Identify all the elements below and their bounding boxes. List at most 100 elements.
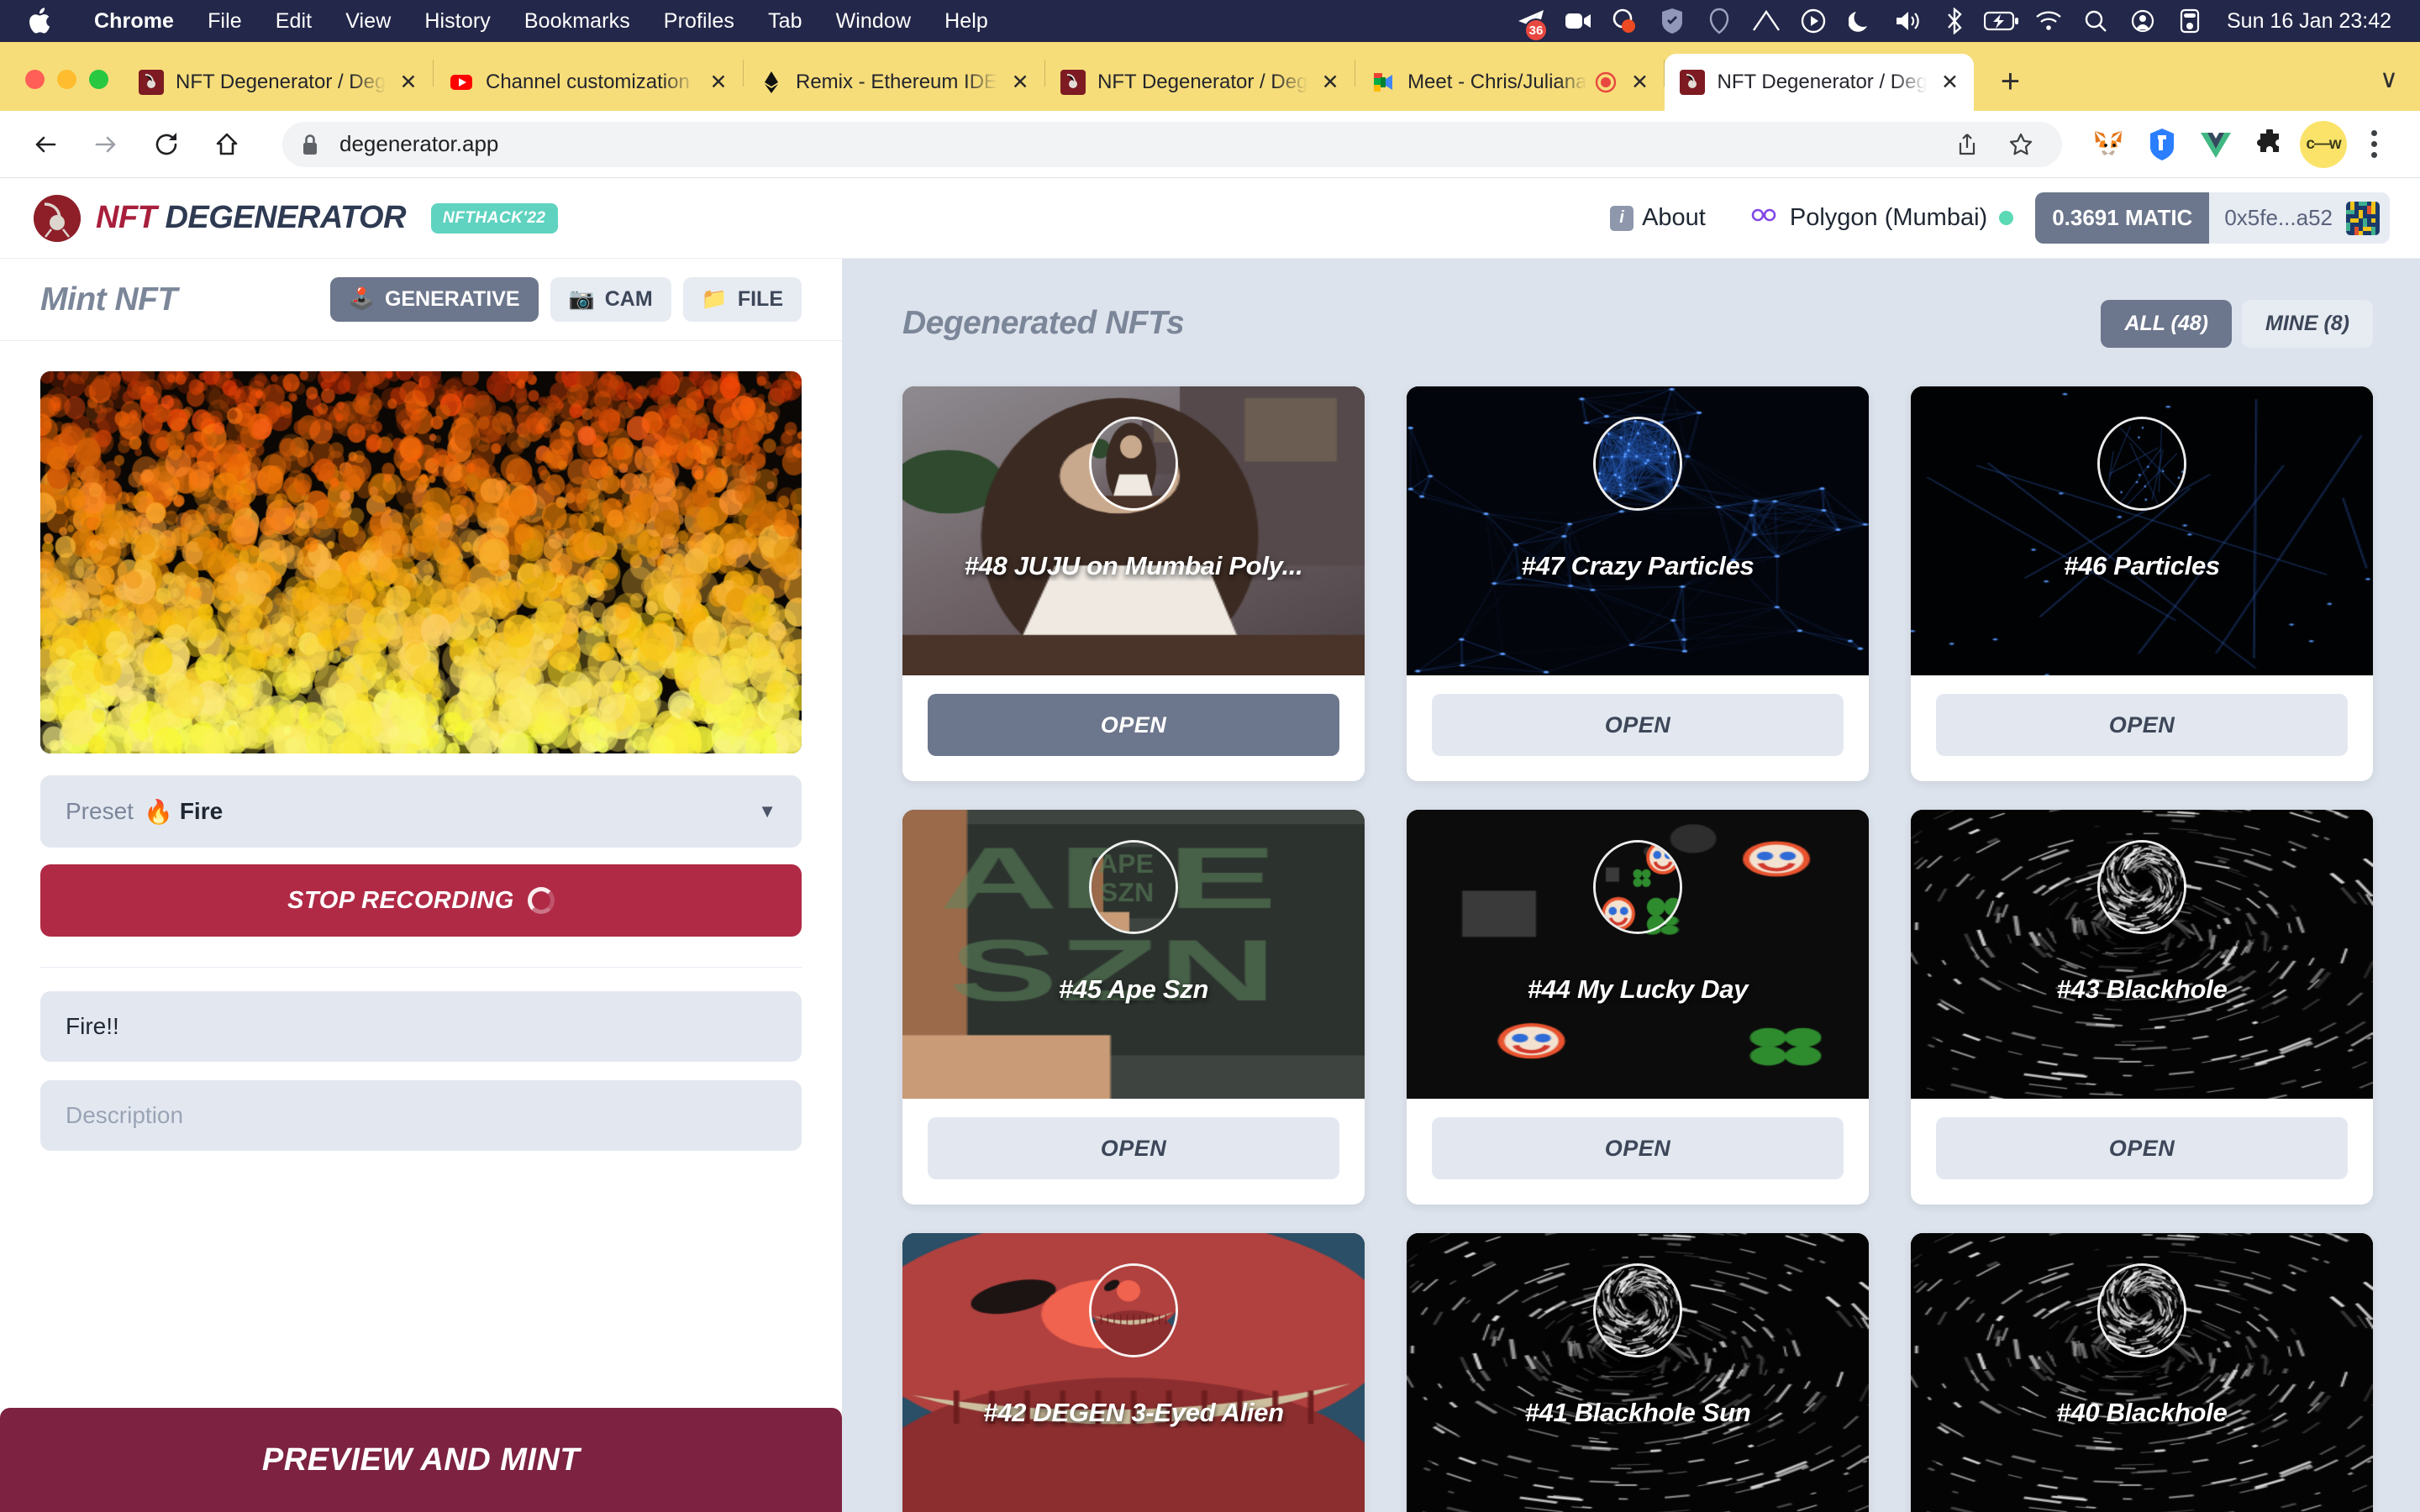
- metamask-extension-icon[interactable]: [2082, 118, 2134, 171]
- battery-charging-icon[interactable]: [1978, 0, 2025, 42]
- close-tab-icon[interactable]: ✕: [394, 68, 423, 97]
- nft-card[interactable]: #40 Blackhole OPEN: [1911, 1233, 2373, 1512]
- address-bar-url[interactable]: degenerator.app: [339, 131, 498, 157]
- open-nft-button[interactable]: OPEN: [1936, 1117, 2348, 1179]
- brand-name-degenerator: DEGENERATOR: [165, 200, 407, 235]
- nft-title: #40 Blackhole: [2056, 1398, 2228, 1427]
- alien-icon[interactable]: [1696, 0, 1743, 42]
- screen-recorder-icon[interactable]: [1555, 0, 1602, 42]
- moon-do-not-disturb-icon[interactable]: [1837, 0, 1884, 42]
- nft-avatar-ring: [2097, 417, 2186, 511]
- chrome-menu-icon[interactable]: [2351, 120, 2396, 169]
- open-nft-button[interactable]: OPEN: [1936, 694, 2348, 756]
- close-tab-icon[interactable]: ✕: [1006, 68, 1034, 97]
- nft-name-input[interactable]: Fire!!: [40, 991, 802, 1062]
- brand[interactable]: NFT DEGENERATOR NFTHACK'22: [34, 194, 558, 242]
- mode-label: GENERATIVE: [384, 287, 520, 311]
- menu-edit[interactable]: Edit: [259, 9, 329, 34]
- network-label: Polygon (Mumbai): [1789, 204, 1988, 231]
- menu-help[interactable]: Help: [928, 9, 1005, 34]
- browser-tab-6-active[interactable]: NFT Degenerator / Dege ✕: [1665, 54, 1975, 111]
- nft-title: #48 JUJU on Mumbai Poly...: [964, 551, 1303, 580]
- nft-card[interactable]: #47 Crazy Particles OPEN: [1407, 386, 1869, 781]
- search-spotlight-icon[interactable]: [2072, 0, 2119, 42]
- generative-preview-canvas[interactable]: [40, 371, 802, 753]
- browser-tab-2[interactable]: Channel customization - ✕: [434, 54, 743, 111]
- mode-tab-cam[interactable]: 📷 CAM: [550, 277, 671, 322]
- open-nft-button[interactable]: OPEN: [928, 1117, 1339, 1179]
- control-center-icon[interactable]: [2166, 0, 2213, 42]
- menu-view[interactable]: View: [329, 9, 408, 34]
- nft-card[interactable]: #44 My Lucky Day OPEN: [1407, 810, 1869, 1205]
- menu-bookmarks[interactable]: Bookmarks: [508, 9, 647, 34]
- share-icon[interactable]: [1944, 122, 1990, 167]
- nft-card[interactable]: #42 DEGEN 3-Eyed Alien OPEN: [902, 1233, 1365, 1512]
- play-circle-icon[interactable]: [1790, 0, 1837, 42]
- browser-tab-1[interactable]: NFT Degenerator / Dege ✕: [124, 54, 433, 111]
- loom-icon[interactable]: [1602, 0, 1649, 42]
- menu-profiles[interactable]: Profiles: [647, 9, 751, 34]
- volume-icon[interactable]: [1884, 0, 1931, 42]
- close-tab-icon[interactable]: ✕: [704, 68, 733, 97]
- wallet-chip[interactable]: 0.3691 MATIC 0x5fe...a52: [2035, 192, 2390, 244]
- browser-tab-3[interactable]: Remix - Ethereum IDE ✕: [744, 54, 1044, 111]
- nft-title: #41 Blackhole Sun: [1524, 1398, 1751, 1427]
- nft-card[interactable]: #45 Ape Szn OPEN: [902, 810, 1365, 1205]
- rabby-wallet-extension-icon[interactable]: [2136, 118, 2188, 171]
- nft-card[interactable]: #41 Blackhole Sun OPEN: [1407, 1233, 1869, 1512]
- about-button[interactable]: i About: [1610, 204, 1706, 232]
- close-tab-icon[interactable]: ✕: [1625, 68, 1654, 97]
- filter-tab-all[interactable]: ALL (48): [2101, 299, 2232, 348]
- browser-tab-5[interactable]: Meet - Chris/Juliana ✕: [1355, 54, 1664, 111]
- filter-tab-mine[interactable]: MINE (8): [2242, 299, 2373, 348]
- close-window-button[interactable]: [25, 70, 45, 89]
- network-indicator[interactable]: Polygon (Mumbai): [1749, 203, 2014, 234]
- nft-degenerator-favicon: [139, 70, 164, 95]
- new-tab-button[interactable]: +: [1987, 59, 2033, 104]
- close-tab-icon[interactable]: ✕: [1316, 68, 1344, 97]
- menu-window[interactable]: Window: [819, 9, 929, 34]
- close-tab-icon[interactable]: ✕: [1935, 68, 1964, 97]
- preset-select[interactable]: Preset 🔥 Fire ▼: [40, 775, 802, 848]
- apple-menu-icon[interactable]: [25, 5, 54, 37]
- home-icon[interactable]: [203, 121, 250, 168]
- menu-file[interactable]: File: [191, 9, 259, 34]
- stop-recording-button[interactable]: STOP RECORDING: [40, 864, 802, 937]
- mode-tab-generative[interactable]: 🕹️ GENERATIVE: [329, 277, 539, 322]
- wifi-icon[interactable]: [2025, 0, 2072, 42]
- back-arrow-icon[interactable]: [22, 121, 69, 168]
- preview-and-mint-button[interactable]: PREVIEW AND MINT: [0, 1408, 842, 1512]
- nft-description-input[interactable]: Description: [40, 1080, 802, 1151]
- siri-icon[interactable]: [2119, 0, 2166, 42]
- menu-tab[interactable]: Tab: [751, 9, 819, 34]
- telegram-icon[interactable]: 36: [1507, 0, 1555, 42]
- profile-avatar[interactable]: c—w: [2297, 118, 2349, 171]
- chevron-down-icon[interactable]: ∨: [2380, 65, 2398, 94]
- nft-card[interactable]: #43 Blackhole OPEN: [1911, 810, 2373, 1205]
- forward-arrow-icon[interactable]: [82, 121, 129, 168]
- nft-avatar-ring: [1593, 1263, 1682, 1357]
- shield-check-icon[interactable]: [1649, 0, 1696, 42]
- browser-tab-4[interactable]: NFT Degenerator / Dege ✕: [1045, 54, 1355, 111]
- minimize-window-button[interactable]: [57, 70, 76, 89]
- menu-bar-clock[interactable]: Sun 16 Jan 23:42: [2213, 9, 2395, 34]
- arc-icon[interactable]: [1743, 0, 1790, 42]
- nft-artwork: #44 My Lucky Day: [1407, 810, 1869, 1099]
- maximize-window-button[interactable]: [89, 70, 108, 89]
- open-nft-button[interactable]: OPEN: [1432, 694, 1844, 756]
- brand-name-nft: NFT: [96, 200, 157, 235]
- address-bar[interactable]: degenerator.app: [282, 121, 2062, 167]
- mode-tab-file[interactable]: 📁 FILE: [682, 277, 802, 322]
- bluetooth-icon[interactable]: [1931, 0, 1978, 42]
- star-icon[interactable]: [1998, 122, 2044, 167]
- extensions-puzzle-icon[interactable]: [2244, 118, 2296, 171]
- reload-icon[interactable]: [143, 121, 190, 168]
- open-nft-button[interactable]: OPEN: [1432, 1117, 1844, 1179]
- nft-artwork: #42 DEGEN 3-Eyed Alien: [902, 1233, 1365, 1512]
- vue-devtools-extension-icon[interactable]: [2190, 118, 2242, 171]
- menu-chrome[interactable]: Chrome: [77, 9, 191, 34]
- nft-card[interactable]: #46 Particles OPEN: [1911, 386, 2373, 781]
- nft-card[interactable]: #48 JUJU on Mumbai Poly... OPEN: [902, 386, 1365, 781]
- menu-history[interactable]: History: [408, 9, 507, 34]
- open-nft-button[interactable]: OPEN: [928, 694, 1339, 756]
